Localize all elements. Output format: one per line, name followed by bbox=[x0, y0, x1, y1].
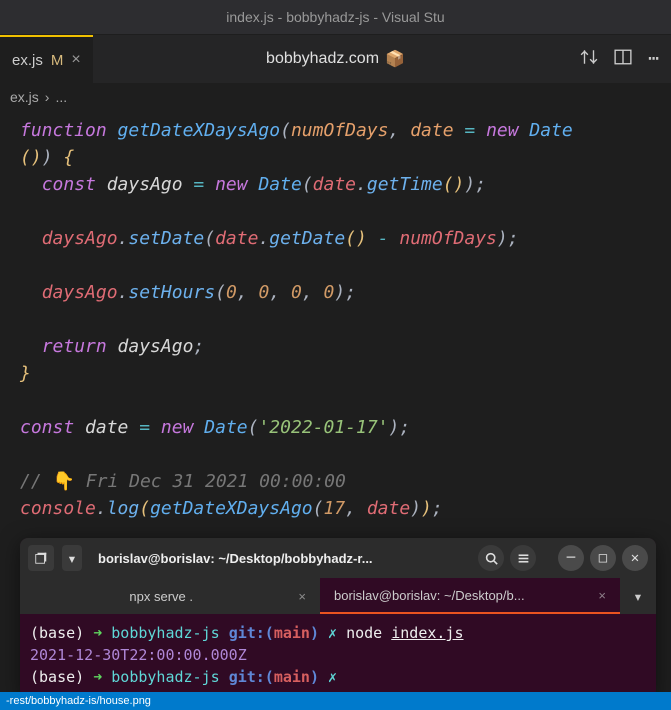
dropdown-button[interactable]: ▾ bbox=[62, 545, 82, 571]
breadcrumb-sep: › bbox=[45, 89, 50, 105]
maximize-button[interactable]: □ bbox=[590, 545, 616, 571]
close-icon[interactable]: × bbox=[298, 589, 306, 604]
terminal-body[interactable]: (base) ➜ bobbyhadz-js git:(main) ✗ node … bbox=[20, 614, 656, 698]
terminal-tab-2[interactable]: borislav@borislav: ~/Desktop/b... × bbox=[320, 578, 620, 614]
close-icon[interactable]: × bbox=[598, 588, 606, 603]
package-icon: 📦 bbox=[385, 49, 405, 69]
terminal-tabs: npx serve . × borislav@borislav: ~/Deskt… bbox=[20, 578, 656, 614]
status-bar[interactable]: -rest/bobbyhadz-is/house.png bbox=[0, 692, 671, 710]
tab-filename: ex.js bbox=[12, 52, 43, 69]
window-title: index.js - bobbyhadz-js - Visual Stu bbox=[226, 9, 444, 25]
window-title-bar: index.js - bobbyhadz-js - Visual Stu bbox=[0, 0, 671, 35]
code-editor[interactable]: function getDateXDaysAgo(numOfDays, date… bbox=[0, 111, 671, 542]
compare-icon[interactable] bbox=[580, 48, 598, 70]
terminal-output: 2021-12-30T22:00:00.000Z bbox=[30, 644, 646, 666]
tab-modified-indicator: M bbox=[51, 52, 64, 69]
terminal-window: ▾ borislav@borislav: ~/Desktop/bobbyhadz… bbox=[20, 538, 656, 698]
minimize-button[interactable]: ─ bbox=[558, 545, 584, 571]
center-title: bobbyhadz.com 📦 bbox=[266, 49, 405, 69]
breadcrumb-more: ... bbox=[55, 89, 67, 105]
breadcrumb-file: ex.js bbox=[10, 89, 39, 105]
search-icon[interactable] bbox=[478, 545, 504, 571]
terminal-title-bar: ▾ borislav@borislav: ~/Desktop/bobbyhadz… bbox=[20, 538, 656, 578]
terminal-title: borislav@borislav: ~/Desktop/bobbyhadz-r… bbox=[90, 551, 470, 566]
tab-dropdown-icon[interactable]: ▾ bbox=[620, 578, 656, 614]
menu-icon[interactable] bbox=[510, 545, 536, 571]
tab-row: ex.js M × bobbyhadz.com 📦 ⋯ bbox=[0, 35, 671, 83]
editor-tab[interactable]: ex.js M × bbox=[0, 35, 93, 83]
close-button[interactable]: ✕ bbox=[622, 545, 648, 571]
more-icon[interactable]: ⋯ bbox=[648, 48, 659, 70]
breadcrumb[interactable]: ex.js › ... bbox=[0, 83, 671, 111]
split-icon[interactable] bbox=[614, 48, 632, 70]
editor-actions: ⋯ bbox=[580, 48, 659, 70]
close-icon[interactable]: × bbox=[71, 51, 80, 69]
terminal-tab-1[interactable]: npx serve . × bbox=[20, 578, 320, 614]
new-tab-button[interactable] bbox=[28, 545, 54, 571]
status-text: -rest/bobbyhadz-is/house.png bbox=[6, 695, 151, 707]
